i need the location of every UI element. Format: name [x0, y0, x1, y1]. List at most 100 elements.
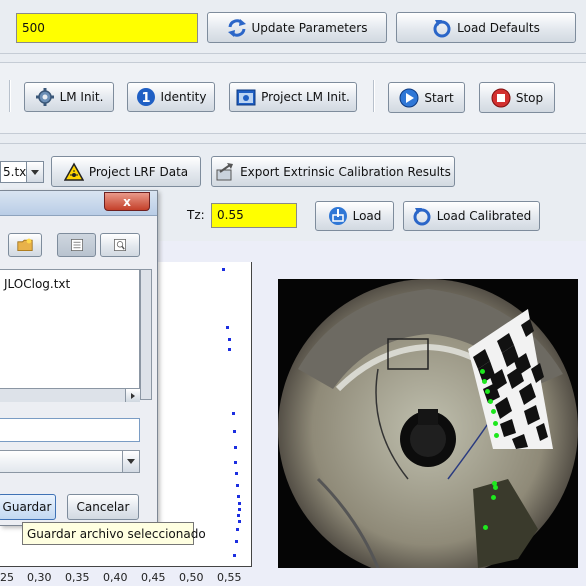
chevron-right-icon	[131, 392, 135, 399]
identity-label: Identity	[160, 90, 207, 104]
tooltip: Guardar archivo seleccionado	[22, 522, 206, 545]
update-parameters-button[interactable]: Update Parameters	[207, 12, 387, 43]
calibration-point	[488, 399, 493, 404]
scroll-right-button[interactable]	[125, 389, 140, 402]
tz-label: Tz:	[187, 208, 205, 222]
x-tick-label: 0,50	[179, 571, 204, 584]
chevron-down-icon	[31, 170, 39, 175]
camera-image	[278, 279, 578, 568]
save-button[interactable]: Guardar	[0, 494, 56, 520]
log-file-combo[interactable]: 5.txt	[0, 161, 44, 183]
plot-point	[235, 472, 238, 475]
plot-point	[226, 326, 229, 329]
x-tick-label: 25	[0, 571, 14, 584]
plot-point	[236, 484, 239, 487]
calibration-point	[480, 369, 485, 374]
start-label: Start	[424, 90, 454, 105]
plot-point	[222, 268, 225, 271]
plot-point	[234, 461, 237, 464]
plot-point	[235, 540, 238, 543]
calibration-point	[491, 495, 496, 500]
load-label: Load	[352, 209, 382, 223]
dialog-close-button[interactable]: x	[104, 192, 150, 211]
file-name-input[interactable]	[0, 418, 140, 442]
project-lm-init-label: Project LM Init.	[261, 90, 350, 104]
list-view-icon	[70, 239, 83, 251]
x-tick-label: 0,55	[217, 571, 242, 584]
x-tick-label: 0,30	[27, 571, 52, 584]
plot-point	[236, 528, 239, 531]
fisheye-scene	[278, 279, 578, 568]
identity-button[interactable]: 1 Identity	[127, 82, 215, 112]
chevron-down-icon	[127, 459, 135, 464]
details-view-button[interactable]	[100, 233, 140, 257]
refresh-arrows-icon	[227, 18, 246, 37]
lm-init-button[interactable]: LM Init.	[24, 82, 114, 112]
number-one-icon: 1	[136, 88, 155, 106]
details-view-icon	[114, 239, 126, 251]
load-calibrated-label: Load Calibrated	[436, 209, 532, 223]
stop-button[interactable]: Stop	[479, 82, 555, 113]
calibration-point	[491, 409, 496, 414]
load-defaults-button[interactable]: Load Defaults	[396, 12, 576, 43]
plot-point	[228, 338, 231, 341]
calibration-point	[485, 389, 490, 394]
play-icon	[399, 88, 419, 107]
new-folder-icon	[17, 238, 33, 251]
list-view-button[interactable]	[57, 233, 96, 257]
file-type-combo[interactable]	[0, 450, 140, 473]
file-list[interactable]: JLOClog.txt	[0, 269, 140, 400]
stop-icon	[491, 88, 511, 107]
close-icon: x	[123, 194, 131, 209]
calibration-point	[494, 433, 499, 438]
reload-icon	[433, 19, 451, 37]
calibration-point	[493, 421, 498, 426]
calibration-point	[482, 379, 487, 384]
cancel-button[interactable]: Cancelar	[67, 494, 139, 520]
inbox-icon	[328, 207, 347, 225]
plot-point	[238, 508, 241, 511]
parameter-value-field[interactable]: 500	[16, 13, 198, 43]
project-lrf-data-button[interactable]: Project LRF Data	[51, 156, 201, 187]
plot-point	[232, 412, 235, 415]
reload-icon	[413, 208, 431, 226]
calibration-point	[483, 525, 488, 530]
lm-init-label: LM Init.	[59, 90, 104, 104]
load-calibrated-button[interactable]: Load Calibrated	[403, 201, 540, 231]
save-label: Guardar	[2, 500, 52, 514]
tz-field[interactable]: 0.55	[211, 203, 297, 228]
plot-point	[237, 495, 240, 498]
update-parameters-label: Update Parameters	[251, 20, 368, 35]
plot-point	[233, 430, 236, 433]
stop-label: Stop	[515, 90, 544, 105]
plot-point	[234, 446, 237, 449]
new-folder-button[interactable]	[8, 233, 42, 257]
load-button[interactable]: Load	[315, 201, 394, 231]
plot-point	[233, 554, 236, 557]
project-lm-init-button[interactable]: Project LM Init.	[229, 82, 357, 112]
camera-icon	[236, 89, 256, 106]
calibration-point	[493, 485, 498, 490]
start-button[interactable]: Start	[388, 82, 465, 113]
load-defaults-label: Load Defaults	[457, 20, 540, 35]
laser-warning-icon	[63, 161, 84, 181]
file-list-item[interactable]: JLOClog.txt	[4, 277, 70, 291]
toolbar-separator	[373, 80, 375, 112]
export-calibration-button[interactable]: Export Extrinsic Calibration Results	[211, 156, 455, 187]
gear-icon	[35, 88, 54, 106]
horizontal-scrollbar[interactable]	[0, 388, 140, 402]
plot-point	[238, 502, 241, 505]
combo-arrow-button[interactable]	[122, 451, 139, 472]
svg-text:1: 1	[141, 91, 150, 106]
x-tick-label: 0,40	[103, 571, 128, 584]
plot-point	[238, 520, 241, 523]
toolbar-separator	[9, 80, 11, 112]
x-tick-label: 0,45	[141, 571, 166, 584]
combo-arrow-button[interactable]	[26, 162, 43, 182]
vertical-scrollbar[interactable]	[140, 269, 152, 400]
export-calibration-label: Export Extrinsic Calibration Results	[240, 164, 451, 179]
project-lrf-data-label: Project LRF Data	[88, 164, 189, 179]
x-tick-label: 0,35	[65, 571, 90, 584]
cancel-label: Cancelar	[76, 500, 130, 514]
plot-point	[237, 514, 240, 517]
